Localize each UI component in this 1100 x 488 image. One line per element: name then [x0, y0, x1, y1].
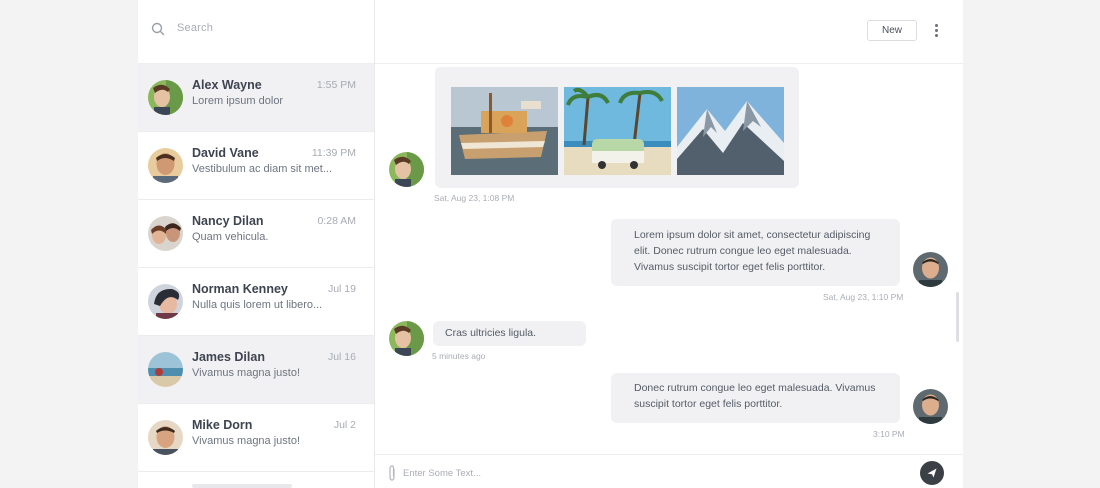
- message-time: Jul 19: [327, 283, 356, 295]
- avatar: [148, 80, 183, 115]
- conversation-sidebar: Search Alex Wayne Lorem ipsum dolor 1:55…: [138, 0, 375, 488]
- more-vertical-icon[interactable]: [929, 22, 943, 40]
- message-composer: [375, 454, 963, 488]
- avatar: [148, 284, 183, 319]
- contact-row-mike-dorn[interactable]: Mike Dorn Vivamus magna justo! Jul 2: [138, 404, 374, 472]
- messenger-app: Search Alex Wayne Lorem ipsum dolor 1:55…: [138, 0, 963, 488]
- message-text: Cras ultricies ligula.: [445, 327, 537, 339]
- message-preview: Lorem ipsum dolor: [192, 95, 284, 107]
- search-input[interactable]: Search: [177, 22, 213, 34]
- message-time: 1:55 PM: [316, 79, 356, 91]
- contact-row-partial[interactable]: [138, 472, 374, 488]
- message-time: 0:28 AM: [317, 215, 356, 227]
- avatar: [148, 216, 183, 251]
- message-time: Jul 2: [333, 419, 356, 431]
- new-button[interactable]: New: [867, 20, 917, 41]
- outgoing-message: Donec rutrum congue leo eget malesuada. …: [611, 373, 900, 423]
- photo-boat[interactable]: [451, 87, 558, 175]
- message-timestamp: 5 minutes ago: [432, 351, 486, 361]
- contact-row-alex-wayne[interactable]: Alex Wayne Lorem ipsum dolor 1:55 PM: [138, 64, 374, 132]
- search-icon: [151, 22, 165, 36]
- contact-row-placeholder: [192, 484, 292, 488]
- photo-mountains[interactable]: [677, 87, 784, 175]
- contact-row-norman-kenney[interactable]: Norman Kenney Nulla quis lorem ut libero…: [138, 268, 374, 336]
- message-preview: Quam vehicula.: [192, 231, 269, 243]
- message-preview: Vestibulum ac diam sit met...: [192, 163, 332, 175]
- avatar: [148, 148, 183, 183]
- my-avatar[interactable]: [913, 252, 948, 287]
- outgoing-message: Lorem ipsum dolor sit amet, consectetur …: [611, 219, 900, 286]
- search-bar[interactable]: Search: [138, 0, 374, 64]
- contact-row-nancy-dilan[interactable]: Nancy Dilan Quam vehicula. 0:28 AM: [138, 200, 374, 268]
- message-timestamp: 3:10 PM: [873, 429, 905, 439]
- message-time: Jul 16: [327, 351, 356, 363]
- photo-van-beach[interactable]: [564, 87, 671, 175]
- contact-row-david-vane[interactable]: David Vane Vestibulum ac diam sit met...…: [138, 132, 374, 200]
- message-time: 11:39 PM: [311, 147, 356, 159]
- sender-avatar[interactable]: [389, 321, 424, 356]
- avatar: [148, 420, 183, 455]
- message-text: Lorem ipsum dolor sit amet, consectetur …: [634, 229, 871, 273]
- chat-scrollbar[interactable]: [956, 292, 959, 342]
- contact-name: Mike Dorn: [192, 418, 253, 432]
- my-avatar[interactable]: [913, 389, 948, 424]
- message-text: Donec rutrum congue leo eget malesuada. …: [634, 382, 876, 410]
- message-preview: Vivamus magna justo!: [192, 367, 301, 379]
- photo-message: [435, 67, 799, 188]
- message-timestamp: Sat, Aug 23, 1:10 PM: [823, 292, 904, 302]
- contact-name: James Dilan: [192, 350, 265, 364]
- contact-name: David Vane: [192, 146, 259, 160]
- contact-row-james-dilan[interactable]: James Dilan Vivamus magna justo! Jul 16: [138, 336, 374, 404]
- contact-name: Nancy Dilan: [192, 214, 264, 228]
- message-preview: Vivamus magna justo!: [192, 435, 301, 447]
- message-preview: Nulla quis lorem ut libero...: [192, 299, 323, 311]
- contact-name: Alex Wayne: [192, 78, 262, 92]
- send-button[interactable]: [920, 461, 944, 485]
- message-input[interactable]: [403, 463, 903, 483]
- avatar: [148, 352, 183, 387]
- paperclip-icon[interactable]: [387, 465, 397, 482]
- send-icon: [927, 468, 937, 478]
- chat-pane: New Sat, Aug 23, 1:08 PM Lorem ipsum dol…: [375, 0, 963, 488]
- chat-header: New: [375, 0, 963, 64]
- contact-name: Norman Kenney: [192, 282, 288, 296]
- contact-list: Alex Wayne Lorem ipsum dolor 1:55 PM Dav…: [138, 64, 374, 488]
- sender-avatar[interactable]: [389, 152, 424, 187]
- message-timestamp: Sat, Aug 23, 1:08 PM: [434, 193, 515, 203]
- incoming-message: Cras ultricies ligula.: [433, 321, 586, 346]
